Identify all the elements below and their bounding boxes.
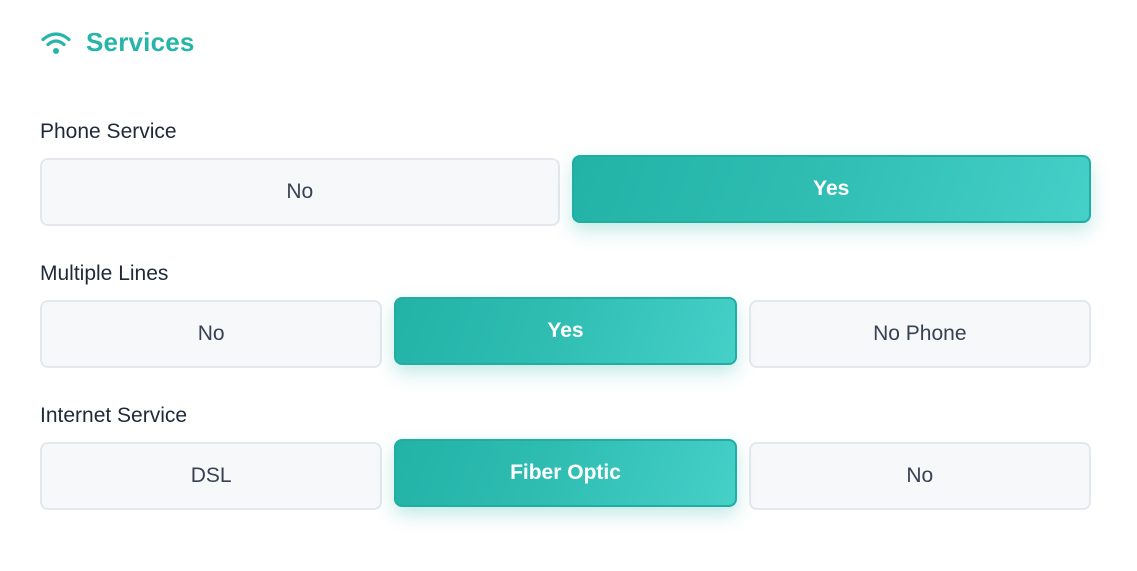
phone-service-group: Phone Service No Yes <box>40 118 1091 226</box>
multiple-lines-label: Multiple Lines <box>40 262 169 285</box>
section-title: Services <box>86 27 195 57</box>
multiple-lines-option-no-phone[interactable]: No Phone <box>748 300 1091 368</box>
phone-service-option-yes[interactable]: Yes <box>571 155 1091 223</box>
internet-service-option-dsl[interactable]: DSL <box>40 442 383 510</box>
internet-service-option-no[interactable]: No <box>748 442 1091 510</box>
internet-service-label: Internet Service <box>40 404 188 427</box>
wifi-icon <box>41 31 71 54</box>
multiple-lines-option-no[interactable]: No <box>40 300 383 368</box>
multiple-lines-option-yes[interactable]: Yes <box>394 297 737 365</box>
services-card: Services Phone Service No Yes Multiple L… <box>0 0 1137 571</box>
internet-service-group: Internet Service DSL Fiber Optic No <box>40 402 1091 510</box>
internet-service-option-fiber-optic[interactable]: Fiber Optic <box>394 439 737 507</box>
multiple-lines-group: Multiple Lines No Yes No Phone <box>40 260 1091 368</box>
internet-service-options: DSL Fiber Optic No <box>40 439 1091 510</box>
multiple-lines-options: No Yes No Phone <box>40 297 1091 368</box>
phone-service-options: No Yes <box>40 155 1091 226</box>
phone-service-option-no[interactable]: No <box>40 158 560 226</box>
phone-service-label: Phone Service <box>40 120 177 143</box>
section-header: Services <box>40 27 195 58</box>
